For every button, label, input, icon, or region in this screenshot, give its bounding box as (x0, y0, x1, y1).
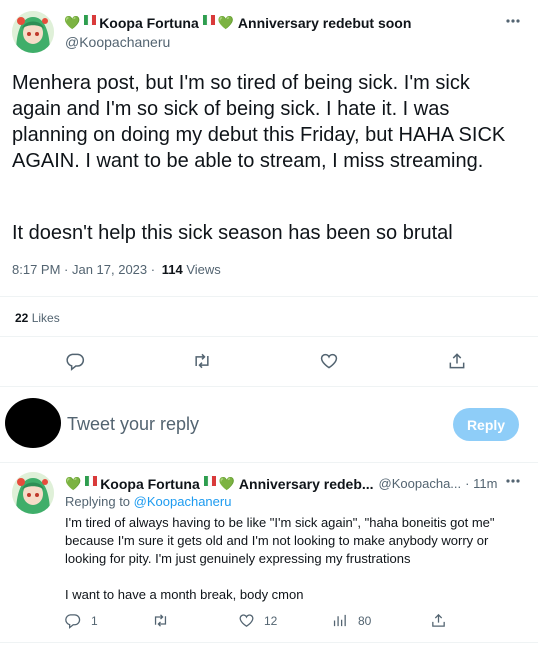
tweet-meta: 8:17 PM · Jan 17, 2023 · 114 Views (12, 262, 221, 277)
reply-display-name[interactable]: Koopa Fortuna (100, 476, 200, 492)
likes-stat[interactable]: 22 Likes (15, 311, 60, 325)
replying-label: Replying to (65, 494, 131, 509)
flag-emoji-2 (203, 474, 217, 493)
divider (0, 336, 538, 337)
heart-emoji: 💚 (64, 14, 81, 30)
likes-label: Likes (31, 311, 60, 325)
divider (0, 462, 538, 463)
like-icon[interactable] (318, 350, 340, 372)
tweet-text: Menhera post, but I'm so tired of being … (12, 72, 506, 172)
reply-count: 1 (91, 613, 98, 628)
replying-to: Replying to @Koopachaneru (65, 494, 231, 509)
reply-action-like[interactable]: 12 (238, 612, 277, 629)
retweet-icon[interactable] (191, 350, 213, 372)
author-avatar[interactable] (12, 11, 54, 53)
heart-emoji-2: 💚 (217, 14, 234, 30)
views-count: 80 (358, 613, 372, 628)
views-icon (331, 612, 348, 629)
heart-emoji-2: 💚 (218, 475, 235, 491)
reply-input[interactable]: Tweet your reply (67, 414, 199, 435)
reply-text-2: I want to have a month break, body cmon (65, 587, 304, 602)
flag-emoji-2 (202, 13, 216, 32)
divider (0, 642, 538, 643)
reply-button[interactable]: Reply (453, 408, 519, 441)
reply-handle[interactable]: @Koopacha... (379, 476, 462, 491)
timestamp[interactable]: 8:17 PM · Jan 17, 2023 · (12, 262, 155, 277)
likes-count: 22 (15, 311, 29, 325)
replying-handle-link[interactable]: @Koopachaneru (134, 494, 232, 509)
more-icon[interactable] (503, 474, 523, 488)
author-name-line[interactable]: 💚 Koopa Fortuna 💚 Anniversary redebut so… (64, 13, 411, 32)
reply-action-views[interactable]: 80 (331, 612, 371, 629)
user-avatar[interactable] (5, 398, 61, 448)
heart-emoji: 💚 (65, 475, 82, 491)
reply-action-share[interactable] (430, 612, 447, 629)
share-icon[interactable] (446, 350, 468, 372)
retweet-icon (152, 612, 169, 629)
reply-action-retweet[interactable] (152, 612, 169, 629)
flag-emoji (84, 474, 98, 493)
reply-icon[interactable] (64, 350, 86, 372)
reply-header: 💚 Koopa Fortuna 💚 Anniversary redeb... @… (65, 474, 497, 493)
reply-time[interactable]: · 11m (465, 476, 497, 491)
divider (0, 296, 538, 297)
reply-icon (64, 612, 81, 629)
views-label: Views (186, 262, 221, 277)
display-name-suffix[interactable]: Anniversary redebut soon (238, 15, 412, 31)
more-icon[interactable] (503, 14, 523, 28)
author-handle[interactable]: @Koopachaneru (65, 34, 170, 50)
tweet-text-2: It doesn't help this sick season has bee… (12, 222, 453, 244)
like-count: 12 (264, 613, 278, 628)
reply-author-avatar[interactable] (12, 472, 54, 514)
divider (0, 386, 538, 387)
reply-action-reply[interactable]: 1 (64, 612, 98, 629)
like-icon (238, 612, 255, 629)
flag-emoji (83, 13, 97, 32)
views-count: 114 (161, 262, 183, 277)
reply-display-name-suffix[interactable]: Anniversary redeb... (239, 476, 374, 492)
share-icon (430, 612, 447, 629)
display-name[interactable]: Koopa Fortuna (99, 15, 199, 31)
reply-text: I'm tired of always having to be like "I… (65, 515, 495, 566)
